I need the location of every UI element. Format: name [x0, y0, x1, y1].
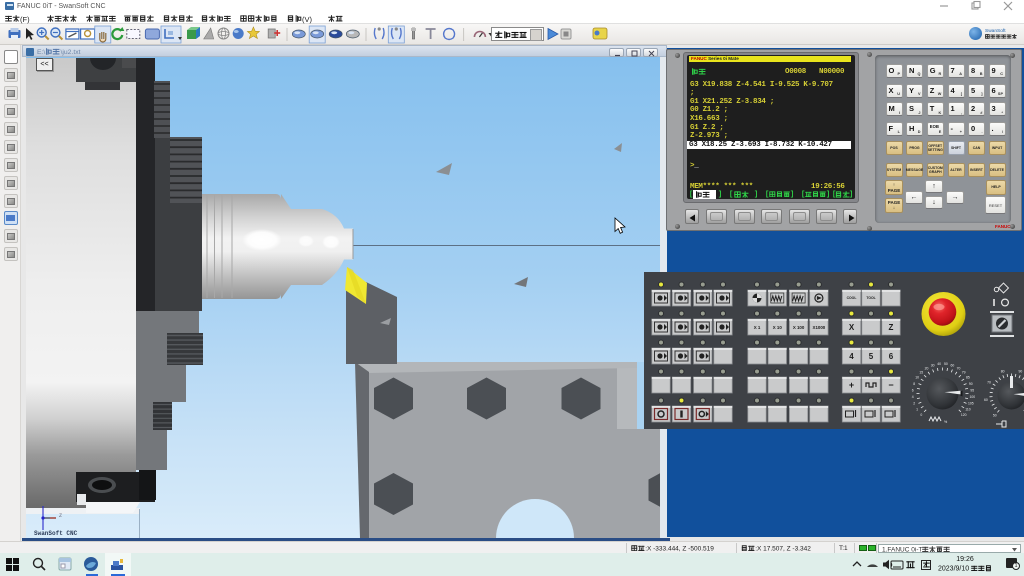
svg-text:15: 15 [919, 371, 923, 375]
svg-text:80: 80 [1001, 369, 1005, 373]
svg-text:Z: Z [59, 513, 62, 519]
svg-text:2: 2 [913, 402, 915, 406]
svg-text:79: 79 [962, 371, 966, 375]
svg-text:4: 4 [912, 395, 914, 399]
svg-text:COOL: COOL [847, 296, 857, 300]
svg-text:50: 50 [944, 362, 948, 366]
svg-text:5: 5 [869, 352, 874, 361]
svg-text:20: 20 [925, 366, 929, 370]
svg-text:95: 95 [970, 388, 974, 392]
svg-text:60: 60 [984, 398, 988, 402]
svg-text:60: 60 [951, 363, 955, 367]
svg-text:10: 10 [915, 376, 919, 380]
svg-text:X1000: X1000 [813, 325, 826, 330]
svg-text:100: 100 [969, 395, 975, 399]
svg-text:90: 90 [1019, 369, 1023, 373]
svg-text:TOOL: TOOL [866, 296, 875, 300]
svg-text:SwanSoft CNC: SwanSoft CNC [34, 530, 78, 537]
svg-text:4: 4 [849, 352, 854, 361]
svg-text:6: 6 [912, 388, 914, 392]
svg-text:110: 110 [965, 408, 971, 412]
svg-text:Z: Z [889, 323, 894, 332]
svg-text:120: 120 [961, 413, 967, 417]
svg-text:8: 8 [913, 382, 915, 386]
svg-text:40: 40 [937, 362, 941, 366]
svg-text:X 100: X 100 [793, 325, 805, 330]
svg-text:X 10: X 10 [773, 325, 783, 330]
svg-text:X 1: X 1 [754, 325, 761, 330]
svg-text:X: X [849, 323, 855, 332]
svg-text:1: 1 [916, 408, 918, 412]
svg-text:30: 30 [931, 363, 935, 367]
svg-text:70: 70 [957, 366, 961, 370]
svg-text:105: 105 [968, 402, 974, 406]
svg-text:−: − [888, 380, 893, 390]
svg-text:85: 85 [966, 376, 970, 380]
svg-text:70: 70 [987, 381, 991, 385]
svg-text:6: 6 [889, 352, 894, 361]
svg-text:50: 50 [993, 414, 997, 418]
svg-text:+: + [849, 380, 854, 390]
svg-text:0: 0 [920, 413, 922, 417]
svg-text:90: 90 [969, 382, 973, 386]
